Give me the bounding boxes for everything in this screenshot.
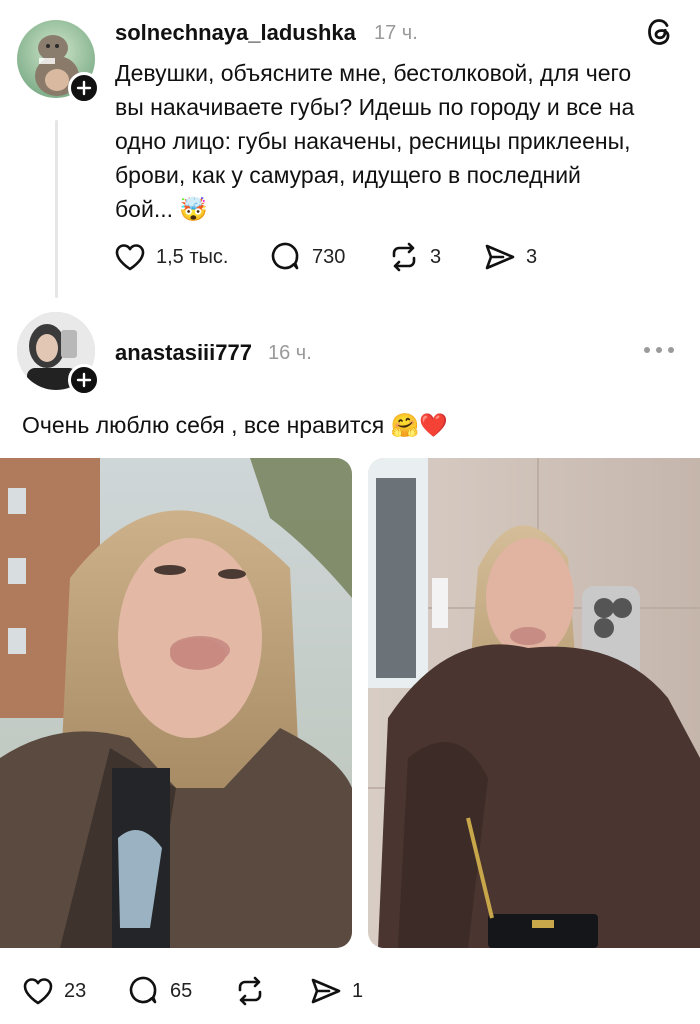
more-icon [644, 347, 674, 353]
threads-logo-icon[interactable] [645, 16, 675, 48]
comment-icon [129, 976, 157, 1004]
post-1-text-line: бой... 🤯 [115, 192, 634, 226]
heart-icon [23, 978, 53, 1005]
repost-icon [238, 976, 262, 1006]
comment-button[interactable]: 65 [128, 976, 192, 1006]
post-photo-1[interactable] [0, 458, 352, 948]
repost-button[interactable] [234, 976, 266, 1006]
share-button[interactable]: 3 [484, 242, 537, 272]
share-button[interactable]: 1 [310, 976, 363, 1006]
repost-button[interactable]: 3 [388, 242, 441, 272]
like-count: 23 [64, 979, 87, 1002]
post-2-text-line: Очень люблю себя , все нравится 🤗❤️ [22, 408, 448, 442]
follow-plus-button[interactable] [68, 72, 100, 104]
like-button[interactable]: 1,5 тыс. [114, 242, 228, 272]
comment-count: 730 [312, 245, 346, 268]
thread-connector-line [55, 120, 58, 298]
post-2-text: Очень люблю себя , все нравится 🤗❤️ [22, 408, 448, 442]
plus-icon [76, 372, 92, 388]
post-2-timestamp: 16 ч. [268, 342, 312, 364]
plus-icon [76, 80, 92, 96]
post-1-text: Девушки, объясните мне, бестолковой, для… [115, 56, 634, 226]
post-1-text-line: одно лицо: губы накачены, ресницы прикле… [115, 128, 631, 154]
comment-button[interactable]: 730 [270, 242, 345, 272]
post-2-caption: Очень люблю себя , все нравится [22, 412, 385, 438]
heart-icon [115, 244, 145, 271]
like-button[interactable]: 23 [22, 976, 86, 1006]
post-1-text-line: Девушки, объясните мне, бестолковой, для… [115, 60, 632, 86]
more-options-button[interactable] [640, 340, 680, 360]
comment-icon [271, 242, 299, 270]
share-icon [311, 978, 341, 1004]
follow-plus-button[interactable] [68, 364, 100, 396]
post-1-last-line: бой... [115, 196, 173, 222]
share-count: 3 [526, 245, 538, 268]
post-photo-2[interactable] [368, 458, 700, 948]
repost-count: 3 [430, 245, 442, 268]
repost-icon [392, 242, 416, 272]
post-1-username[interactable]: solnechnaya_ladushka [115, 20, 356, 46]
post-1-text-line: вы накачиваете губы? Идешь по городу и в… [115, 94, 635, 120]
post-1-text-line: брови, как у самурая, идущего в последни… [115, 162, 581, 188]
share-icon [485, 244, 515, 270]
post-2-username[interactable]: anastasiii777 [115, 340, 252, 366]
hug-heart-emojis: 🤗❤️ [390, 412, 448, 438]
comment-count: 65 [170, 979, 193, 1002]
like-count: 1,5 тыс. [156, 245, 229, 268]
exploding-head-emoji: 🤯 [179, 196, 209, 222]
post-1-timestamp: 17 ч. [374, 22, 418, 44]
share-count: 1 [352, 979, 364, 1002]
